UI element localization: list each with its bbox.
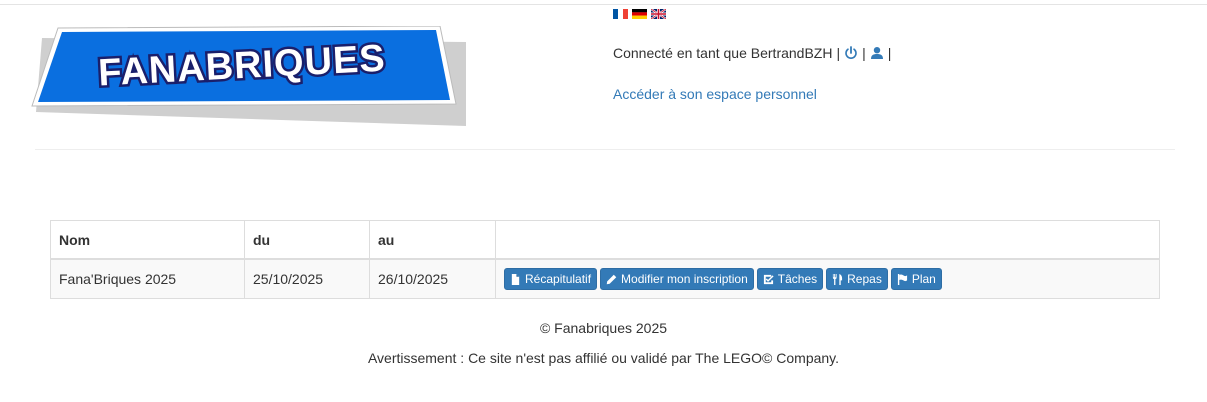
cutlery-icon (833, 273, 843, 285)
file-icon (511, 273, 520, 285)
header-divider (35, 149, 1175, 150)
check-square-icon (763, 274, 774, 284)
column-header-actions (495, 220, 1160, 260)
user-status: Connecté en tant que BertrandBZH | | | (613, 45, 895, 61)
recap-button-label: Récapitulatif (525, 272, 592, 286)
footer-disclaimer: Avertissement : Ce site n'est pas affili… (367, 350, 840, 366)
column-header-du: du (244, 220, 370, 260)
plan-button-label: Plan (911, 272, 936, 286)
personal-space-link[interactable]: Accéder à son espace personnel (613, 86, 817, 102)
column-header-au: au (369, 220, 496, 260)
power-icon[interactable] (844, 46, 858, 60)
de-flag-icon[interactable] (632, 9, 647, 19)
en-flag-icon[interactable] (651, 9, 666, 19)
user-icon[interactable] (870, 46, 884, 60)
top-border (0, 0, 1207, 5)
separator: | (836, 45, 841, 61)
pencil-icon (606, 274, 617, 284)
fr-flag-icon[interactable] (613, 9, 628, 19)
tasks-button[interactable]: Tâches (756, 268, 824, 290)
event-actions: Récapitulatif Modifier mon inscription T… (495, 258, 1160, 299)
edit-registration-button[interactable]: Modifier mon inscription (600, 268, 754, 290)
language-selector (613, 9, 666, 19)
tasks-button-label: Tâches (777, 272, 818, 286)
events-table: Nom du au Fana'Briques 2025 25/10/2025 2… (50, 220, 1160, 299)
separator: | (887, 45, 892, 61)
table-header-row: Nom du au (50, 220, 1160, 260)
table-row: Fana'Briques 2025 25/10/2025 26/10/2025 … (50, 258, 1160, 299)
plan-button[interactable]: Plan (890, 268, 942, 290)
footer-copyright: © Fanabriques 2025 (539, 320, 668, 336)
event-name: Fana'Briques 2025 (50, 258, 245, 299)
connected-as-text: Connecté en tant que BertrandBZH (613, 45, 833, 61)
site-logo[interactable]: FANABRIQUES (30, 26, 470, 130)
event-start-date: 25/10/2025 (244, 258, 370, 299)
recap-button[interactable]: Récapitulatif (504, 268, 598, 290)
flag-icon (897, 273, 907, 285)
meals-button-label: Repas (847, 272, 882, 286)
edit-registration-label: Modifier mon inscription (621, 272, 748, 286)
column-header-nom: Nom (50, 220, 245, 260)
meals-button[interactable]: Repas (826, 268, 888, 290)
separator: | (862, 45, 866, 61)
event-end-date: 26/10/2025 (369, 258, 496, 299)
